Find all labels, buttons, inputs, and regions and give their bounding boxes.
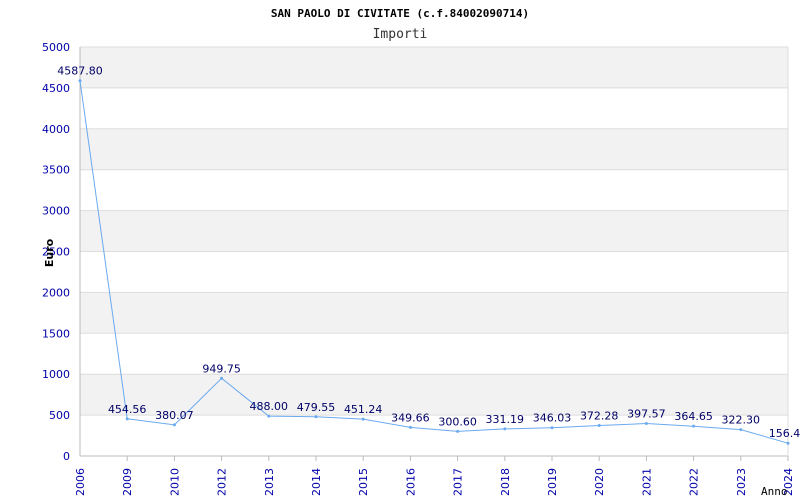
x-tick-label: 2012 — [216, 468, 229, 496]
y-axis-label: Euro — [43, 238, 56, 267]
data-label: 156.40 — [769, 427, 800, 440]
x-tick-label: 2006 — [74, 468, 87, 496]
x-axis-label: Anno — [761, 485, 788, 498]
x-tick-label: 2019 — [546, 468, 559, 496]
y-tick-label: 0 — [63, 450, 70, 463]
data-point — [361, 417, 365, 421]
x-tick-label: 2010 — [168, 468, 181, 496]
data-point — [267, 414, 271, 418]
y-tick-label: 1500 — [42, 327, 70, 340]
data-label: 397.57 — [627, 407, 666, 420]
data-label: 349.66 — [391, 411, 430, 424]
x-tick-label: 2020 — [593, 468, 606, 496]
data-point — [172, 423, 176, 427]
y-tick-label: 5000 — [42, 41, 70, 54]
data-label: 364.65 — [674, 410, 713, 423]
x-tick-label: 2016 — [404, 468, 417, 496]
data-point — [78, 79, 82, 83]
data-label: 300.60 — [438, 415, 477, 428]
data-point — [125, 417, 129, 421]
data-label: 479.55 — [297, 401, 336, 414]
data-label: 4587.80 — [57, 65, 103, 78]
data-point — [220, 376, 224, 380]
plot-band — [80, 128, 788, 170]
data-point — [408, 425, 412, 429]
x-tick-label: 2023 — [735, 468, 748, 496]
data-label: 949.75 — [202, 362, 241, 375]
x-tick-label: 2015 — [357, 468, 370, 496]
x-tick-label: 2017 — [452, 468, 465, 496]
x-tick-label: 2022 — [688, 468, 701, 496]
data-label: 380.07 — [155, 409, 194, 422]
data-label: 451.24 — [344, 403, 383, 416]
x-tick-label: 2018 — [499, 468, 512, 496]
plot-bands — [80, 47, 788, 416]
y-tick-label: 4000 — [42, 123, 70, 136]
line-chart: 0500100015002000250030003500400045005000… — [42, 7, 800, 498]
data-point — [739, 428, 743, 432]
x-tick-label: 2021 — [640, 468, 653, 496]
y-tick-label: 4500 — [42, 82, 70, 95]
x-tick-label: 2009 — [121, 468, 134, 496]
x-tick-label: 2013 — [263, 468, 276, 496]
data-label: 331.19 — [486, 413, 525, 426]
data-label: 488.00 — [250, 400, 289, 413]
plot-band — [80, 292, 788, 334]
data-point — [597, 424, 601, 428]
chart-subtitle: Importi — [373, 27, 428, 42]
data-label: 454.56 — [108, 403, 147, 416]
data-point — [314, 415, 318, 419]
data-point — [644, 421, 648, 425]
y-tick-label: 3500 — [42, 164, 70, 177]
plot-band — [80, 210, 788, 252]
data-point — [786, 441, 790, 445]
x-axis-ticks: 2006 2009 2010 2012 2013 2014 2015 2016 2017 2018… — [74, 468, 795, 496]
data-point — [503, 427, 507, 431]
data-label: 346.03 — [533, 412, 572, 425]
plot-band — [80, 47, 788, 88]
chart-title: SAN PAOLO DI CIVITATE (c.f.84002090714) — [271, 7, 529, 20]
y-tick-label: 2000 — [42, 286, 70, 299]
data-point — [550, 426, 554, 430]
data-point — [456, 429, 460, 433]
data-point — [692, 424, 696, 428]
x-tick-label: 2014 — [310, 468, 323, 496]
data-label: 322.30 — [722, 414, 761, 427]
y-tick-label: 3000 — [42, 205, 70, 218]
y-tick-label: 1000 — [42, 368, 70, 381]
data-label: 372.28 — [580, 410, 619, 423]
y-tick-label: 500 — [49, 409, 70, 422]
